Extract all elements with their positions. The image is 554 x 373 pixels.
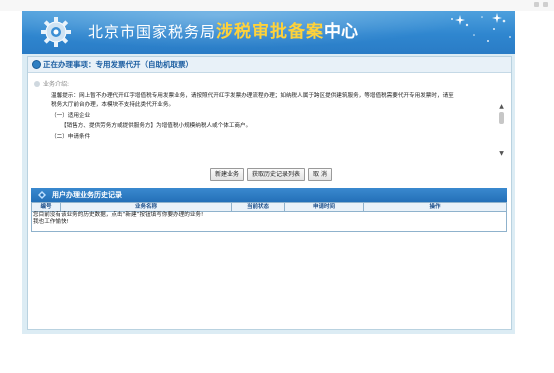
intro-line: 温馨提示：网上暂不办理代开红字增值税专用发票业务，请按照代开红字发票办理流程办理… — [51, 93, 454, 99]
star-sparkle-decoration — [451, 13, 511, 42]
diamond-icon — [38, 191, 46, 199]
intro-scrollbar[interactable]: ▲ ▼ — [498, 103, 505, 157]
current-item-bar: 正在办理事项：专用发票代开（自助机取票） — [28, 57, 511, 73]
intro-box: 业务介绍: 温馨提示：网上暂不办理代开红字增值税专用发票业务，请按照代开红字发票… — [31, 77, 507, 159]
action-buttons: 新建业务 获取历史记录列表 取 消 — [210, 168, 332, 181]
arrow-up-icon[interactable]: ▲ — [498, 103, 505, 110]
intro-heading: 业务介绍: — [34, 79, 69, 88]
new-business-button[interactable]: 新建业务 — [210, 168, 245, 181]
window-control-icon[interactable] — [534, 2, 539, 7]
history-list-button[interactable]: 获取历史记录列表 — [247, 168, 306, 181]
window-control-icon[interactable] — [543, 2, 548, 7]
browser-top-strip — [0, 0, 554, 11]
title-part-highlight: 涉税审批备案 — [216, 22, 325, 42]
main-panel: 正在办理事项：专用发票代开（自助机取票） 业务介绍: 温馨提示：网上暂不办理代开… — [27, 56, 512, 330]
empty-message-line: 我也工作愉快! — [33, 219, 69, 225]
title-part-center: 中心 — [324, 22, 359, 42]
intro-line: （二）申请条件 — [51, 134, 91, 140]
circle-icon — [34, 81, 40, 87]
intro-line: 【销售方、提供劳务方或提供服务方】为增值税小规模纳税人或个体工商户。 — [61, 123, 252, 129]
scroll-thumb[interactable] — [499, 112, 504, 124]
circle-bullet-icon — [32, 60, 41, 69]
gear-icon — [41, 17, 71, 47]
intro-line: （一）适用企业 — [51, 113, 91, 119]
cancel-button[interactable]: 取 消 — [308, 168, 332, 181]
current-item-label: 正在办理事项：专用发票代开（自助机取票） — [43, 60, 193, 69]
header-banner: 北京市国家税务局涉税审批备案中心 — [22, 11, 515, 54]
page-title: 北京市国家税务局涉税审批备案中心 — [88, 19, 358, 45]
empty-message-line: 您目前没有该业务的历史数据，点击“新建”按钮填写你要办理的业务! — [33, 212, 204, 218]
history-empty-message: 您目前没有该业务的历史数据，点击“新建”按钮填写你要办理的业务! 我也工作愉快! — [31, 211, 507, 232]
history-header: 用户办理业务历史记录 — [31, 188, 507, 202]
intro-heading-label: 业务介绍: — [43, 81, 70, 88]
history-title: 用户办理业务历史记录 — [52, 191, 122, 199]
intro-line: 税务大厅前台办理，本模块不支持此类代开业务。 — [51, 102, 175, 108]
window-controls — [534, 2, 548, 7]
arrow-down-icon[interactable]: ▼ — [498, 150, 505, 157]
title-part-agency: 北京市国家税务局 — [88, 23, 217, 41]
page-frame: 北京市国家税务局涉税审批备案中心 正在办理事项：专用发票代开（自助机取票） 业务… — [22, 11, 515, 334]
